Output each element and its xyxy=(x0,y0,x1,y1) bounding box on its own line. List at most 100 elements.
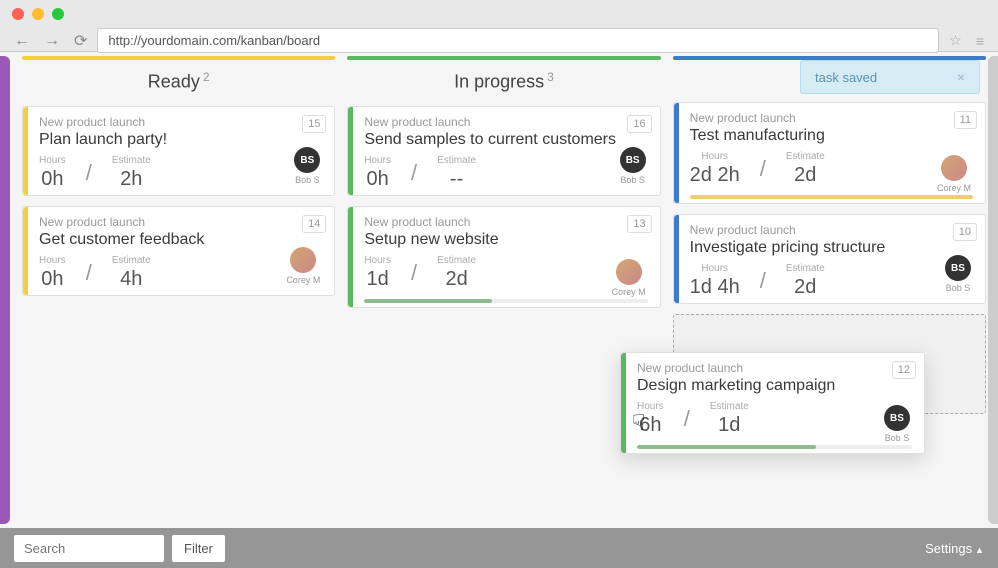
card-number: 15 xyxy=(302,115,326,133)
hours-value: 1d 4h xyxy=(690,276,740,299)
progress-track xyxy=(637,445,912,449)
project-label: New product launch xyxy=(364,215,647,229)
browser-chrome: ← → ⟳ http://yourdomain.com/kanban/board… xyxy=(0,0,998,52)
project-label: New product launch xyxy=(637,361,912,375)
estimate-label: Estimate xyxy=(710,401,749,412)
kanban-board: Ready2 15 New product launch Plan launch… xyxy=(0,52,998,528)
hours-label: Hours xyxy=(690,263,740,274)
hours-value: 0h xyxy=(39,268,66,291)
assignee: BS Bob S xyxy=(884,405,910,443)
assignee-name: Corey M xyxy=(286,275,320,285)
card-accent xyxy=(674,215,679,303)
maximize-window-icon[interactable] xyxy=(52,8,64,20)
bookmark-icon[interactable]: ☆ xyxy=(945,32,966,49)
column-ready: Ready2 15 New product launch Plan launch… xyxy=(22,56,335,524)
hours-label: Hours xyxy=(39,155,66,166)
assignee: BS Bob S xyxy=(945,255,971,293)
project-label: New product launch xyxy=(39,215,322,229)
project-label: New product launch xyxy=(364,115,647,129)
reload-icon[interactable]: ⟳ xyxy=(70,31,91,51)
filter-button[interactable]: Filter xyxy=(172,535,225,562)
left-column-edge[interactable] xyxy=(0,56,10,524)
url-bar[interactable]: http://yourdomain.com/kanban/board xyxy=(97,28,939,53)
column-title: In progress xyxy=(454,71,544,91)
card-title: Get customer feedback xyxy=(39,231,322,249)
card-accent xyxy=(674,103,679,203)
card-title: Design marketing campaign xyxy=(637,377,912,395)
hours-label: Hours xyxy=(39,255,66,266)
back-icon[interactable]: ← xyxy=(10,32,34,50)
progress-track xyxy=(690,195,973,199)
hours-label: Hours xyxy=(364,155,391,166)
close-icon[interactable]: × xyxy=(957,69,965,85)
avatar: BS xyxy=(620,147,646,173)
hours-label: Hours xyxy=(690,151,740,162)
metric-separator: / xyxy=(411,160,417,186)
card-accent xyxy=(348,207,353,307)
assignee-name: Bob S xyxy=(294,175,320,185)
assignee-name: Bob S xyxy=(884,433,910,443)
estimate-value: -- xyxy=(437,168,476,191)
card-title: Investigate pricing structure xyxy=(690,239,973,257)
menu-icon[interactable]: ≡ xyxy=(972,33,988,49)
estimate-value: 1d xyxy=(710,414,749,437)
metric-separator: / xyxy=(86,160,92,186)
caret-up-icon: ▲ xyxy=(975,545,984,555)
settings-button[interactable]: Settings▲ xyxy=(925,541,984,556)
card-number: 11 xyxy=(954,111,977,129)
search-input[interactable] xyxy=(14,535,164,562)
assignee: Corey M xyxy=(612,259,646,297)
task-card-dragging[interactable]: 12 New product launch Design marketing c… xyxy=(620,352,925,454)
metric-separator: / xyxy=(86,260,92,286)
window-controls xyxy=(0,0,998,28)
forward-icon[interactable]: → xyxy=(40,32,64,50)
column-header: Ready2 xyxy=(22,60,335,106)
card-title: Send samples to current customers xyxy=(364,131,647,149)
estimate-label: Estimate xyxy=(786,151,825,162)
metric-separator: / xyxy=(760,156,766,182)
task-card[interactable]: 14 New product launch Get customer feedb… xyxy=(22,206,335,296)
assignee-name: Bob S xyxy=(945,283,971,293)
column-header: In progress3 xyxy=(347,60,660,106)
assignee: Corey M xyxy=(286,247,320,285)
project-label: New product launch xyxy=(690,111,973,125)
project-label: New product launch xyxy=(690,223,973,237)
estimate-value: 4h xyxy=(112,268,151,291)
right-column-edge[interactable] xyxy=(988,56,998,524)
estimate-value: 2h xyxy=(112,168,151,191)
hours-value: 0h xyxy=(39,168,66,191)
progress-bar xyxy=(690,195,973,199)
task-card[interactable]: 11 New product launch Test manufacturing… xyxy=(673,102,986,204)
task-card[interactable]: 10 New product launch Investigate pricin… xyxy=(673,214,986,304)
assignee: BS Bob S xyxy=(620,147,646,185)
card-number: 10 xyxy=(953,223,977,241)
column-title: Ready xyxy=(148,71,200,91)
avatar: BS xyxy=(294,147,320,173)
column-count: 2 xyxy=(203,70,210,84)
column-in-progress: In progress3 16 New product launch Send … xyxy=(347,56,660,524)
project-label: New product launch xyxy=(39,115,322,129)
card-title: Test manufacturing xyxy=(690,127,973,145)
task-card[interactable]: 13 New product launch Setup new website … xyxy=(347,206,660,308)
close-window-icon[interactable] xyxy=(12,8,24,20)
minimize-window-icon[interactable] xyxy=(32,8,44,20)
avatar xyxy=(941,155,967,181)
metric-separator: / xyxy=(760,268,766,294)
hours-value: 0h xyxy=(364,168,391,191)
estimate-label: Estimate xyxy=(786,263,825,274)
assignee-name: Corey M xyxy=(612,287,646,297)
card-accent xyxy=(621,353,626,453)
assignee: BS Bob S xyxy=(294,147,320,185)
card-accent xyxy=(348,107,353,195)
estimate-value: 2d xyxy=(437,268,476,291)
progress-track xyxy=(364,299,647,303)
task-card[interactable]: 16 New product launch Send samples to cu… xyxy=(347,106,660,196)
footer-bar: Filter Settings▲ xyxy=(0,528,998,568)
card-number: 16 xyxy=(627,115,651,133)
toast-message: task saved xyxy=(815,70,877,85)
card-number: 12 xyxy=(892,361,916,379)
task-card[interactable]: 15 New product launch Plan launch party!… xyxy=(22,106,335,196)
estimate-label: Estimate xyxy=(112,255,151,266)
hours-label: Hours xyxy=(364,255,391,266)
avatar xyxy=(616,259,642,285)
